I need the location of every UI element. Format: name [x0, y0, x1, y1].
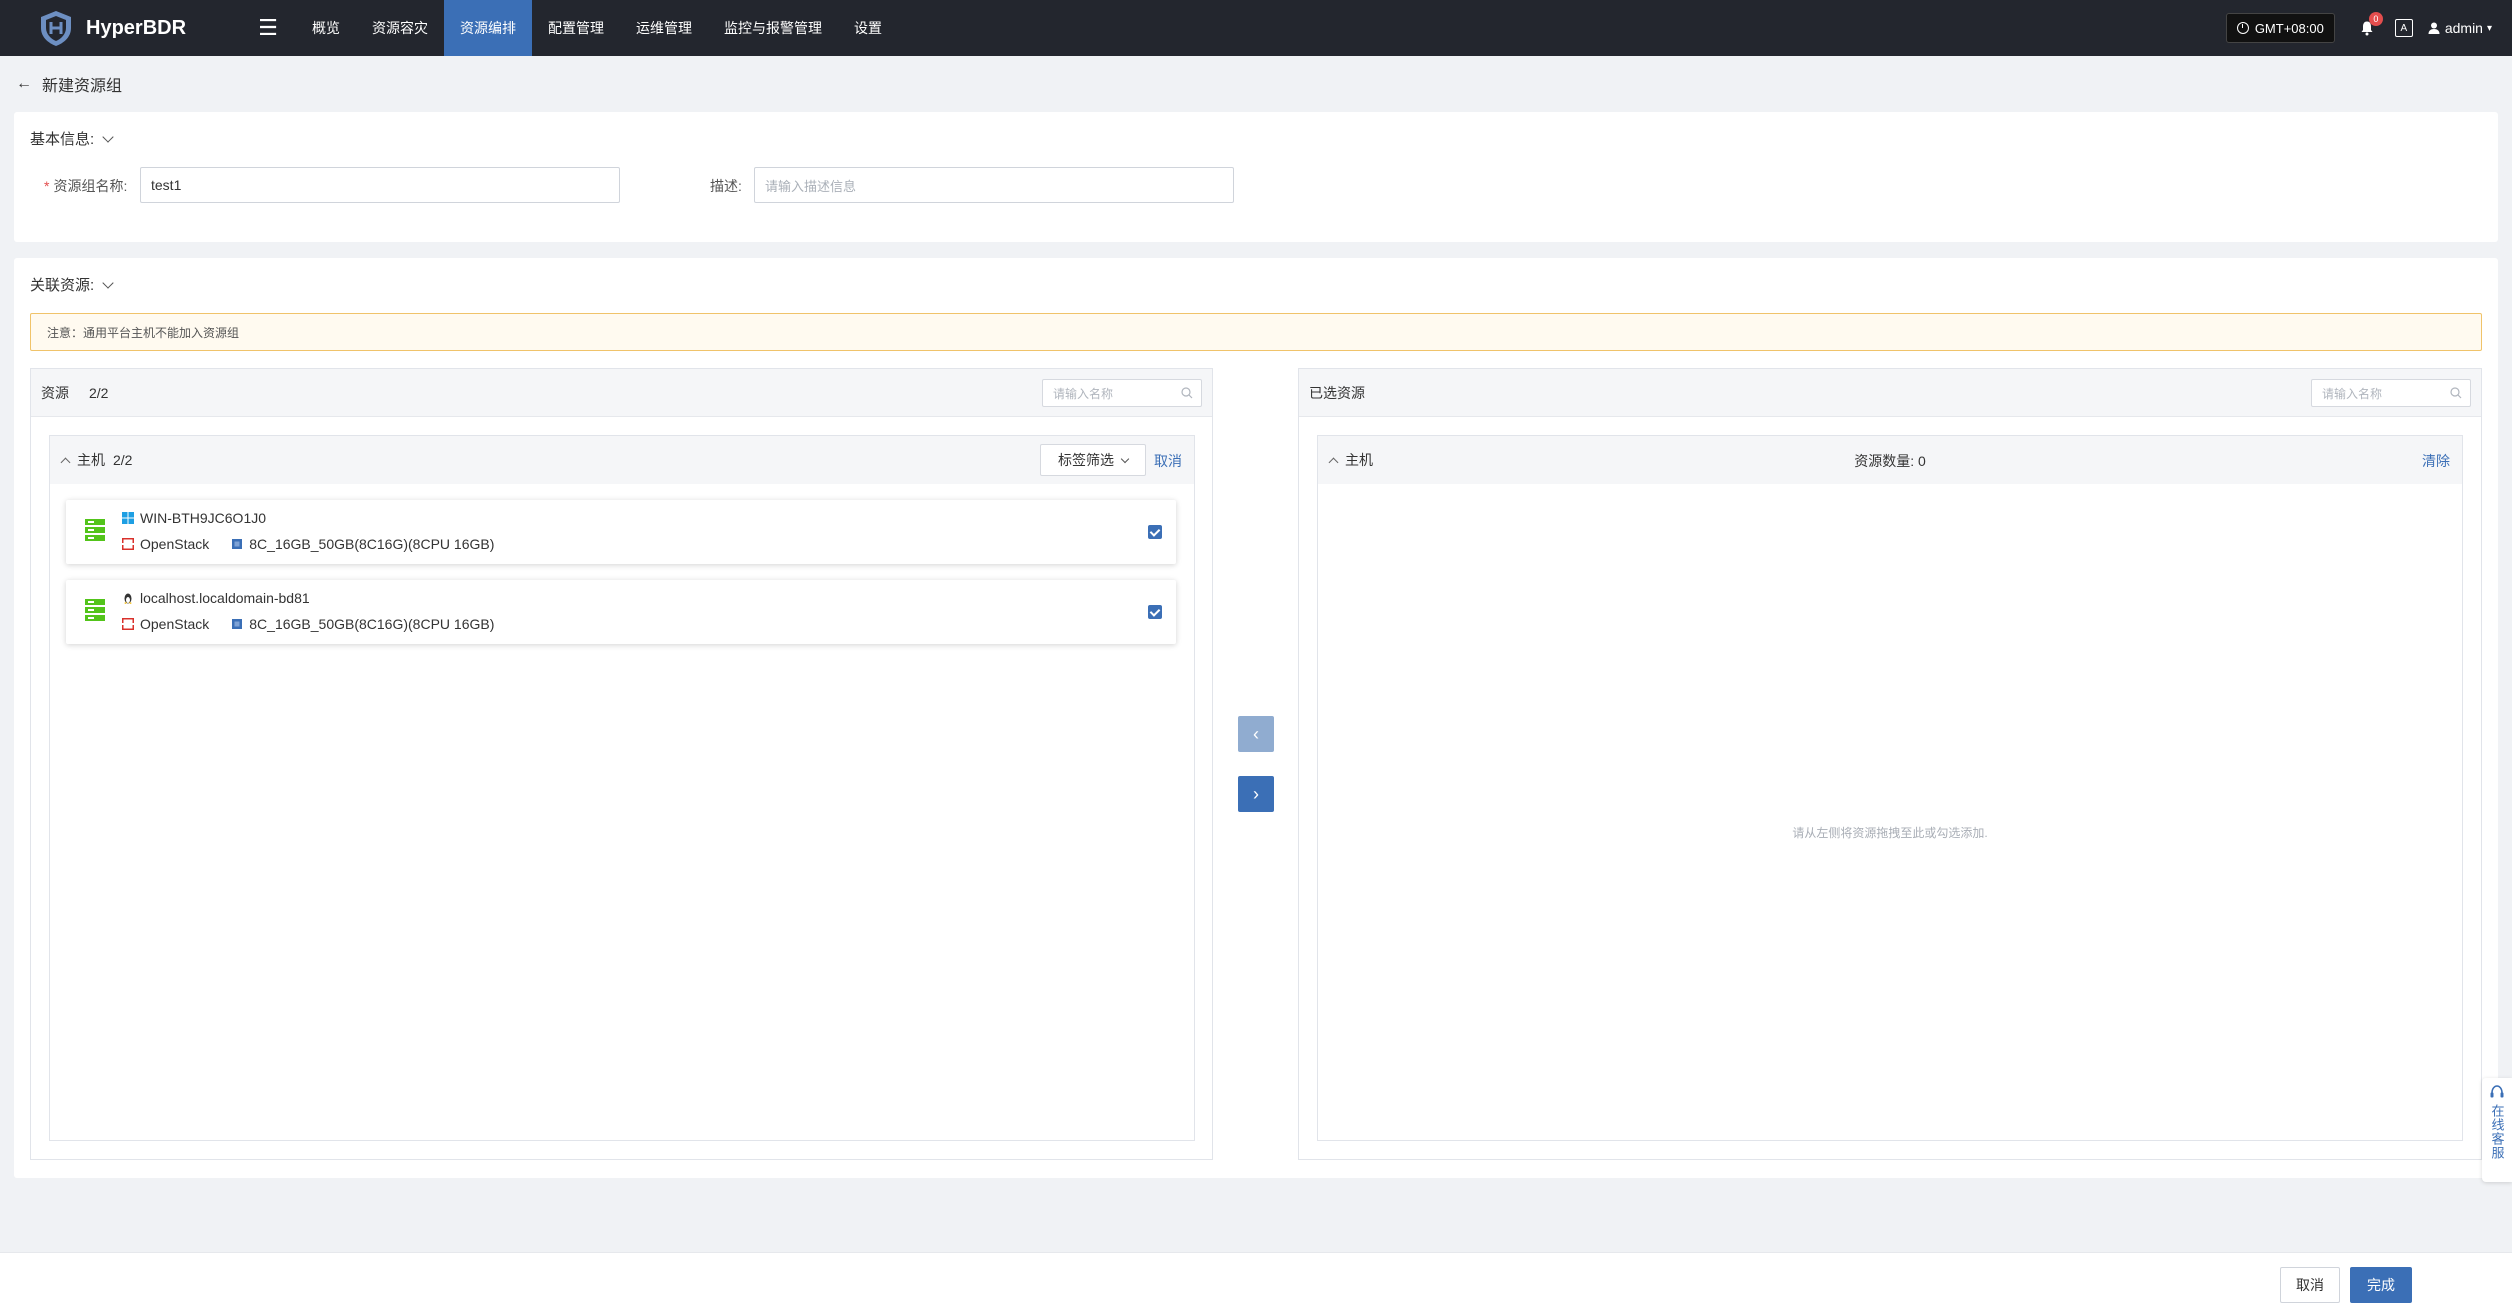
available-title: 资源 — [41, 384, 69, 401]
resource-count: 资源数量: 0 — [1854, 453, 1926, 469]
nav-item-orchestration[interactable]: 资源编排 — [444, 0, 532, 56]
cancel-selection-link[interactable]: 取消 — [1154, 451, 1182, 471]
user-menu[interactable]: admin ▾ — [2427, 20, 2492, 36]
server-icon — [85, 599, 105, 621]
basic-info-toggle[interactable]: 基本信息: — [30, 128, 114, 149]
selected-group-title: 主机 — [1345, 452, 1373, 468]
host-group: 主机 2/2 标签筛选 取消 WIN-BTH9JC6O1J0 OpenStack… — [49, 435, 1195, 1141]
nav-item-settings[interactable]: 设置 — [838, 0, 898, 56]
desc-label: 描述: — [710, 178, 742, 194]
hamburger-menu-icon[interactable]: ☰ — [250, 0, 286, 56]
group-name-input[interactable]: test1 — [140, 167, 620, 203]
selected-title: 已选资源 — [1309, 384, 1365, 401]
available-search-input[interactable]: 请输入名称 — [1042, 379, 1202, 407]
shield-logo-icon — [41, 11, 71, 46]
nav-item-disaster-recovery[interactable]: 资源容灾 — [356, 0, 444, 56]
openstack-icon — [122, 618, 134, 630]
empty-state-message: 请从左侧将资源拖拽至此或勾选添加. — [1792, 826, 1988, 840]
host-group-count: 2/2 — [113, 452, 133, 468]
basic-info-form: * 资源组名称: test1 描述: 请输入描述信息 — [14, 167, 2498, 203]
nav-item-ops[interactable]: 运维管理 — [620, 0, 708, 56]
notification-badge: 0 — [2368, 12, 2383, 26]
name-label: * 资源组名称: — [44, 178, 128, 194]
associated-title: 关联资源: — [30, 277, 95, 294]
nav-item-overview[interactable]: 概览 — [296, 0, 356, 56]
done-button[interactable]: 完成 — [2350, 1267, 2412, 1303]
app-logo[interactable]: HyperBDR — [36, 8, 206, 48]
cpu-chip-icon — [232, 539, 243, 549]
timezone-label: GMT+08:00 — [2254, 20, 2324, 36]
host-group-title: 主机 — [77, 452, 105, 468]
warning-notice: 注意：通用平台主机不能加入资源组 — [30, 313, 2482, 351]
host-item[interactable]: WIN-BTH9JC6O1J0 OpenStack 8C_16GB_50GB(8… — [66, 500, 1176, 564]
nav-item-monitoring[interactable]: 监控与报警管理 — [708, 0, 838, 56]
host-group-header[interactable]: 主机 2/2 标签筛选 取消 — [50, 436, 1194, 484]
move-right-button[interactable]: › — [1238, 776, 1274, 812]
chevron-down-icon — [102, 130, 114, 143]
host-name: localhost.localdomain-bd81 — [140, 590, 310, 606]
linux-icon — [124, 593, 132, 604]
selected-resources-panel: 已选资源 请输入名称 主机 资源数量: 0 清除 请从左侧将资源拖拽至此或勾选添… — [1298, 368, 2482, 1160]
available-panel-header: 资源 2/2 请输入名称 — [31, 369, 1212, 417]
top-navbar: HyperBDR ☰ 概览 资源容灾 资源编排 配置管理 运维管理 监控与报警管… — [0, 0, 2512, 56]
associated-toggle[interactable]: 关联资源: — [30, 274, 114, 295]
selected-search-input[interactable]: 请输入名称 — [2311, 379, 2471, 407]
host-item[interactable]: localhost.localdomain-bd81 OpenStack 8C_… — [66, 580, 1176, 644]
associated-resources-card: 关联资源: 注意：通用平台主机不能加入资源组 资源 2/2 请输入名称 主机 2… — [14, 258, 2498, 1178]
host-name-row: WIN-BTH9JC6O1J0 — [122, 510, 266, 526]
openstack-icon — [122, 538, 134, 550]
basic-info-title: 基本信息: — [30, 131, 95, 148]
cpu-chip-icon — [232, 619, 243, 629]
host-checkbox[interactable] — [1148, 525, 1162, 539]
chevron-down-icon — [1120, 454, 1130, 463]
page-title: 新建资源组 — [42, 78, 123, 95]
main-nav: 概览 资源容灾 资源编排 配置管理 运维管理 监控与报警管理 设置 — [296, 0, 898, 56]
footer-bar: 取消 完成 — [0, 1252, 2512, 1314]
notification-bell[interactable]: 0 — [2353, 12, 2383, 42]
selected-host-group: 主机 资源数量: 0 清除 请从左侧将资源拖拽至此或勾选添加. — [1317, 435, 2463, 1141]
headset-icon — [2490, 1085, 2504, 1098]
username: admin — [2444, 20, 2483, 36]
chevron-up-icon — [60, 457, 71, 467]
host-platform: OpenStack — [140, 536, 210, 552]
page-header: ← 新建资源组 — [16, 72, 122, 96]
windows-icon — [122, 512, 134, 524]
host-flavor: 8C_16GB_50GB(8C16G)(8CPU 16GB) — [249, 536, 495, 552]
cancel-button[interactable]: 取消 — [2280, 1267, 2340, 1303]
language-icon[interactable]: A — [2394, 19, 2413, 37]
move-left-button[interactable]: ‹ — [1238, 716, 1274, 752]
host-flavor: 8C_16GB_50GB(8C16G)(8CPU 16GB) — [249, 616, 495, 632]
chevron-up-icon — [1328, 457, 1339, 467]
server-icon — [85, 519, 105, 541]
available-count: 2/2 — [89, 384, 109, 401]
nav-item-config[interactable]: 配置管理 — [532, 0, 620, 56]
search-icon — [2450, 387, 2462, 399]
basic-info-card: 基本信息: * 资源组名称: test1 描述: 请输入描述信息 — [14, 112, 2498, 242]
host-name-row: localhost.localdomain-bd81 — [122, 590, 310, 606]
online-service-label: 在线客服 — [2489, 1104, 2505, 1160]
search-icon — [1181, 387, 1193, 399]
back-arrow-icon[interactable]: ← — [16, 75, 32, 93]
chevron-down-icon — [102, 276, 114, 289]
user-icon — [2428, 22, 2440, 34]
selected-group-header[interactable]: 主机 资源数量: 0 清除 — [1318, 436, 2462, 484]
available-resources-panel: 资源 2/2 请输入名称 主机 2/2 标签筛选 取消 WIN-BTH9JC6O… — [30, 368, 1213, 1160]
timezone-button[interactable]: GMT+08:00 — [2225, 13, 2335, 43]
online-service-button[interactable]: 在线客服 — [2482, 1078, 2512, 1182]
host-meta-row: OpenStack 8C_16GB_50GB(8C16G)(8CPU 16GB) — [122, 536, 494, 552]
description-input[interactable]: 请输入描述信息 — [754, 167, 1234, 203]
host-checkbox[interactable] — [1148, 605, 1162, 619]
host-platform: OpenStack — [140, 616, 210, 632]
selected-panel-header: 已选资源 请输入名称 — [1299, 369, 2481, 417]
host-name: WIN-BTH9JC6O1J0 — [140, 510, 267, 526]
host-meta-row: OpenStack 8C_16GB_50GB(8C16G)(8CPU 16GB) — [122, 616, 494, 632]
caret-down-icon: ▾ — [2486, 22, 2492, 34]
app-name: HyperBDR — [86, 16, 187, 39]
tag-filter-dropdown[interactable]: 标签筛选 — [1040, 444, 1146, 476]
clear-link[interactable]: 清除 — [2422, 451, 2450, 471]
clock-icon — [2236, 22, 2249, 34]
